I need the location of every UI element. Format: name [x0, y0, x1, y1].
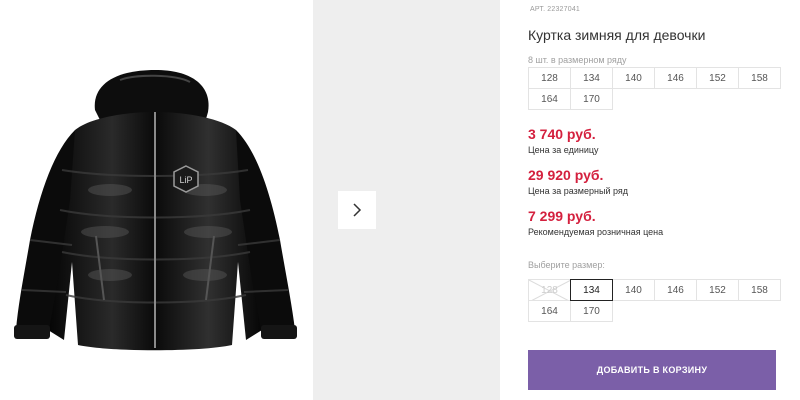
size-option-label: 134 — [583, 284, 600, 296]
size-row-cell: 134 — [570, 67, 613, 89]
size-option-158[interactable]: 158 — [738, 279, 781, 301]
row-price-label: Цена за размерный ряд — [528, 186, 629, 196]
chevron-right-icon — [353, 203, 362, 217]
size-row-hint: 8 шт. в размерном ряду — [528, 55, 627, 65]
product-info: АРТ. 22327041 Куртка зимняя для девочки 8… — [528, 0, 781, 400]
size-row-cell: 140 — [612, 67, 655, 89]
brand-logo: LiP — [179, 175, 192, 185]
size-option-134[interactable]: 134 — [570, 279, 613, 301]
retail-price-label: Рекомендуемая розничная цена — [528, 227, 664, 237]
row-price: 29 920 руб. — [528, 167, 604, 183]
size-row-cell: 152 — [696, 67, 739, 89]
product-title: Куртка зимняя для девочки — [528, 27, 706, 43]
size-row-cell: 146 — [654, 67, 697, 89]
size-option-label: 140 — [625, 284, 642, 296]
size-row-grid: 128 134 140 146 152 158 164 170 — [528, 67, 781, 110]
size-row-cell: 164 — [528, 88, 571, 110]
size-row-cell: 158 — [738, 67, 781, 89]
size-option-128: 128 — [528, 279, 571, 302]
size-option-170[interactable]: 170 — [570, 300, 613, 322]
size-option-label: 152 — [709, 284, 726, 296]
sku: АРТ. 22327041 — [528, 6, 580, 13]
size-selector: 128 134 140 146 152 158 164 170 — [528, 279, 781, 322]
unit-price: 3 740 руб. — [528, 126, 596, 142]
size-option-146[interactable]: 146 — [654, 279, 697, 301]
size-option-164[interactable]: 164 — [528, 300, 571, 322]
add-to-cart-button[interactable]: ДОБАВИТЬ В КОРЗИНУ — [528, 350, 776, 390]
size-option-label: 164 — [541, 305, 558, 317]
size-option-label: 158 — [751, 284, 768, 296]
choose-size-label: Выберите размер: — [528, 260, 605, 270]
size-option-140[interactable]: 140 — [612, 279, 655, 301]
product-image[interactable]: LiP — [0, 0, 313, 400]
sku-value: 22327041 — [547, 6, 581, 13]
unit-price-label: Цена за единицу — [528, 145, 599, 155]
size-option-152[interactable]: 152 — [696, 279, 739, 301]
size-option-label: 128 — [541, 284, 558, 296]
size-option-label: 170 — [583, 305, 600, 317]
size-row-cell: 128 — [528, 67, 571, 89]
product-gallery: LiP — [0, 0, 500, 400]
jacket-illustration: LiP — [14, 70, 297, 351]
next-image-button[interactable] — [338, 191, 376, 229]
sku-label: АРТ. — [530, 6, 546, 13]
retail-price: 7 299 руб. — [528, 208, 596, 224]
size-row-cell: 170 — [570, 88, 613, 110]
size-option-label: 146 — [667, 284, 684, 296]
